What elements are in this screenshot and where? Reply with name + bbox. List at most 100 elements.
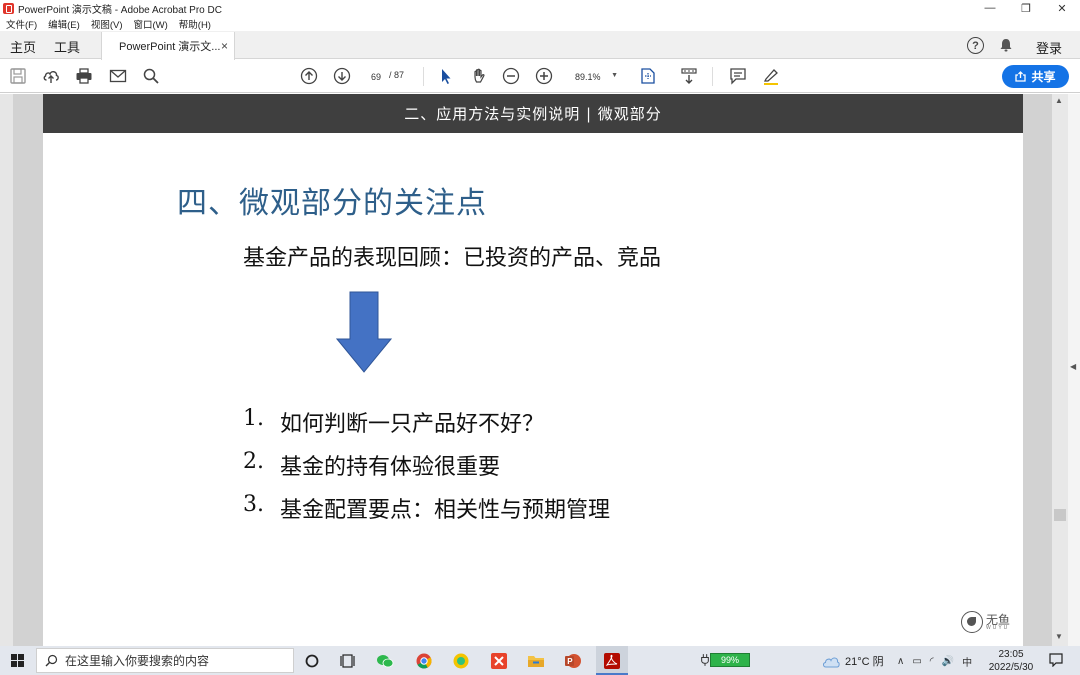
share-icon bbox=[1015, 71, 1027, 82]
bell-icon[interactable] bbox=[999, 38, 1013, 52]
wechat-icon[interactable] bbox=[374, 650, 396, 672]
save-icon[interactable] bbox=[8, 66, 28, 86]
scrollbar-thumb[interactable] bbox=[1054, 509, 1066, 521]
slide-header-bar: 二、应用方法与实例说明 | 微观部分 bbox=[43, 94, 1023, 133]
toolbar-divider bbox=[423, 67, 424, 86]
toolbar-divider bbox=[712, 67, 713, 86]
page-number-input[interactable]: 69 bbox=[365, 68, 387, 85]
notification-center-icon[interactable] bbox=[1049, 653, 1063, 667]
cortana-icon[interactable] bbox=[301, 650, 323, 672]
zoom-in-icon[interactable] bbox=[534, 66, 554, 86]
weather-text: 21°C 阴 bbox=[845, 656, 884, 668]
scroll-mode-icon[interactable] bbox=[679, 66, 699, 86]
search-icon[interactable] bbox=[141, 66, 161, 86]
list-item-text: 基金配置要点：相关性与预期管理 bbox=[280, 498, 611, 523]
share-label: 共享 bbox=[1031, 70, 1056, 84]
list-item-number: 1. bbox=[243, 406, 264, 431]
ime-icon[interactable]: 中 bbox=[962, 654, 972, 669]
minimize-button[interactable]: — bbox=[972, 0, 1008, 16]
clock-date: 2022/5/30 bbox=[988, 662, 1034, 673]
print-icon[interactable] bbox=[74, 66, 94, 86]
window-title: PowerPoint 演示文稿 - Adobe Acrobat Pro DC bbox=[18, 4, 222, 16]
right-pane-collapsed: ◀ bbox=[1068, 94, 1080, 646]
zoom-level-value: 89.1% bbox=[575, 71, 601, 82]
file-explorer-icon[interactable] bbox=[525, 650, 547, 672]
slide-subtitle: 基金产品的表现回顾：已投资的产品、竞品 bbox=[243, 246, 662, 271]
qq-music-icon[interactable] bbox=[450, 650, 472, 672]
zoom-out-icon[interactable] bbox=[501, 66, 521, 86]
list-item-number: 3. bbox=[243, 492, 264, 517]
title-bar: PowerPoint 演示文稿 - Adobe Acrobat Pro DC —… bbox=[0, 0, 1080, 16]
cloud-icon bbox=[823, 657, 840, 668]
toolbar: 69 / 87 89.1% ▼ 共享 bbox=[0, 60, 1080, 93]
list-item: 3. 基金配置要点：相关性与预期管理 bbox=[243, 492, 610, 535]
zoom-level-select[interactable]: 89.1% ▼ bbox=[566, 68, 624, 85]
scroll-up-icon[interactable]: ▲ bbox=[1055, 96, 1063, 105]
chevron-down-icon: ▼ bbox=[611, 72, 618, 79]
acrobat-app-icon bbox=[3, 2, 14, 14]
windows-taskbar: 在这里输入你要搜索的内容 P 99% 21°C 阴 ∧ ▭ ◜ 🔊 中 23:0… bbox=[0, 646, 1080, 675]
powerpoint-icon[interactable]: P bbox=[562, 650, 584, 672]
xmind-icon[interactable] bbox=[488, 650, 510, 672]
tab-home[interactable]: 主页 bbox=[10, 37, 36, 56]
menu-view[interactable]: 视图(V) bbox=[91, 17, 123, 31]
chrome-icon[interactable] bbox=[413, 650, 435, 672]
tab-document[interactable]: PowerPoint 演示文... × bbox=[101, 32, 235, 60]
menu-window[interactable]: 窗口(W) bbox=[133, 17, 167, 31]
scroll-down-icon[interactable]: ▼ bbox=[1055, 632, 1063, 641]
volume-icon[interactable]: 🔊 bbox=[942, 656, 954, 667]
list-item: 1. 如何判断一只产品好不好？ bbox=[243, 406, 610, 449]
next-page-icon[interactable] bbox=[332, 66, 352, 86]
menu-file[interactable]: 文件(F) bbox=[6, 17, 37, 31]
system-tray: ∧ ▭ ◜ 🔊 中 bbox=[897, 654, 980, 669]
highlight-pen-icon[interactable] bbox=[761, 66, 781, 86]
taskbar-search-input[interactable]: 在这里输入你要搜索的内容 bbox=[36, 648, 294, 673]
comment-icon[interactable] bbox=[728, 66, 748, 86]
menu-help[interactable]: 帮助(H) bbox=[179, 17, 211, 31]
close-tab-icon[interactable]: × bbox=[221, 39, 228, 53]
help-icon[interactable]: ? bbox=[967, 37, 984, 54]
show-hidden-icons-icon[interactable]: ∧ bbox=[897, 656, 904, 667]
expand-pane-icon[interactable]: ◀ bbox=[1070, 362, 1076, 371]
battery-indicator[interactable]: 99% bbox=[700, 653, 750, 667]
svg-text:P: P bbox=[567, 657, 573, 666]
pdf-page: 二、应用方法与实例说明 | 微观部分 四、微观部分的关注点 基金产品的表现回顾：… bbox=[43, 94, 1023, 646]
power-plug-icon bbox=[701, 654, 709, 666]
fit-page-icon[interactable] bbox=[638, 66, 658, 86]
clock-time: 23:05 bbox=[998, 649, 1024, 660]
task-view-icon[interactable] bbox=[337, 650, 359, 672]
share-button[interactable]: 共享 bbox=[1002, 65, 1069, 88]
weather-widget[interactable]: 21°C 阴 bbox=[822, 653, 884, 669]
menu-edit[interactable]: 编辑(E) bbox=[48, 17, 80, 31]
document-tab-label: PowerPoint 演示文... bbox=[119, 41, 221, 53]
list-item: 2. 基金的持有体验很重要 bbox=[243, 449, 610, 492]
vertical-scrollbar[interactable]: ▲ ▼ bbox=[1052, 94, 1068, 646]
login-link[interactable]: 登录 bbox=[1036, 38, 1062, 57]
windows-start-icon[interactable] bbox=[11, 654, 24, 667]
previous-page-icon[interactable] bbox=[299, 66, 319, 86]
list-item-text: 如何判断一只产品好不好？ bbox=[280, 412, 545, 437]
tab-bar: 主页 工具 PowerPoint 演示文... × bbox=[0, 31, 1080, 60]
document-viewport[interactable]: 二、应用方法与实例说明 | 微观部分 四、微观部分的关注点 基金产品的表现回顾：… bbox=[0, 94, 1080, 646]
page-total: / 87 bbox=[389, 70, 405, 80]
wuyu-logo-icon bbox=[961, 611, 983, 633]
wifi-icon[interactable]: ◜ bbox=[930, 656, 934, 667]
slide-header-text: 二、应用方法与实例说明 | 微观部分 bbox=[404, 105, 662, 123]
cloud-upload-icon[interactable] bbox=[41, 66, 61, 86]
left-gutter bbox=[0, 94, 13, 646]
menu-bar: 文件(F) 编辑(E) 视图(V) 窗口(W) 帮助(H) bbox=[0, 16, 1080, 31]
taskbar-clock[interactable]: 23:05 2022/5/30 bbox=[985, 648, 1037, 674]
list-item-text: 基金的持有体验很重要 bbox=[280, 455, 501, 480]
close-window-button[interactable]: ✕ bbox=[1044, 0, 1080, 16]
email-icon[interactable] bbox=[108, 66, 128, 86]
key-points-list: 1. 如何判断一只产品好不好？ 2. 基金的持有体验很重要 3. 基金配置要点：… bbox=[243, 406, 610, 535]
restore-button[interactable]: ❐ bbox=[1008, 0, 1044, 16]
select-cursor-icon[interactable] bbox=[436, 66, 456, 86]
watermark-cn: 无鱼 bbox=[986, 612, 1011, 627]
search-placeholder: 在这里输入你要搜索的内容 bbox=[65, 654, 210, 668]
tab-tools[interactable]: 工具 bbox=[54, 37, 80, 56]
hand-tool-icon[interactable] bbox=[469, 66, 489, 86]
slide-title: 四、微观部分的关注点 bbox=[177, 186, 487, 221]
battery-tray-icon[interactable]: ▭ bbox=[912, 656, 921, 667]
acrobat-taskbar-icon[interactable] bbox=[601, 650, 623, 672]
